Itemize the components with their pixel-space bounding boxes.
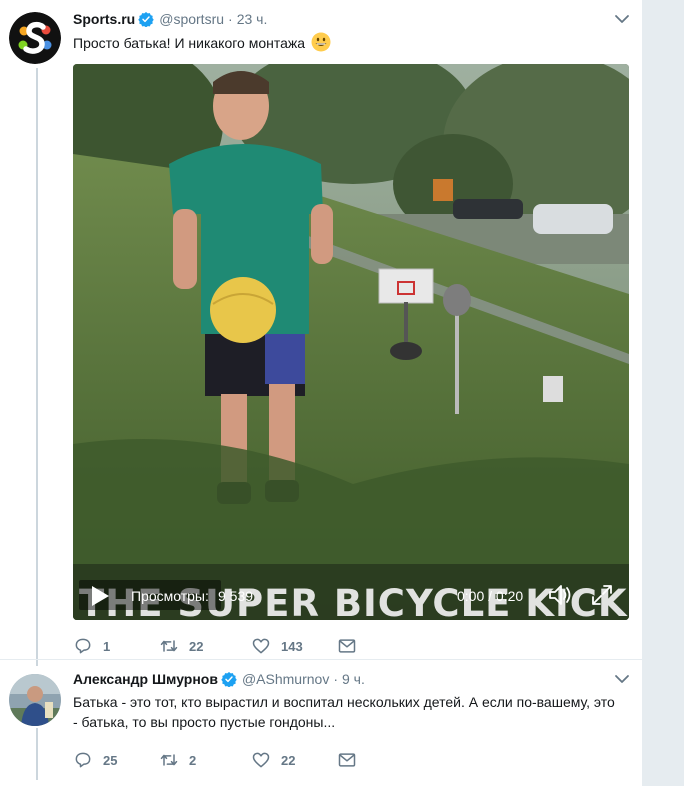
separator-dot: · — [333, 671, 338, 687]
grinning-face-emoji — [311, 32, 331, 52]
tweet-timestamp[interactable]: 23 ч. — [237, 10, 268, 28]
views-label: Просмотры: — [131, 588, 209, 604]
avatar[interactable] — [9, 12, 61, 64]
reply-icon — [75, 638, 91, 654]
like-icon — [252, 638, 270, 654]
author-name[interactable]: Александр Шмурнов — [73, 670, 218, 688]
direct-message-button[interactable] — [337, 636, 357, 656]
like-count: 22 — [281, 752, 296, 768]
retweet-icon — [160, 754, 178, 766]
page-gutter — [642, 0, 684, 786]
direct-message-button[interactable] — [337, 750, 357, 770]
tweet-actions: 1 22 143 — [73, 636, 357, 656]
sports-ru-logo — [9, 12, 61, 64]
like-button[interactable]: 143 — [251, 636, 337, 656]
tweet-header: Sports.ru @sportsru · 23 ч. — [73, 10, 267, 28]
avatar[interactable] — [9, 674, 61, 726]
author-name[interactable]: Sports.ru — [73, 10, 135, 28]
tweet[interactable]: Sports.ru @sportsru · 23 ч. Просто батьк… — [0, 0, 642, 660]
like-count: 143 — [281, 638, 303, 654]
tweet-text: Просто батька! И никакого монтажа — [73, 32, 613, 53]
video-player[interactable]: THE SUPER BICYCLE KICK Просмотры: 9 539 … — [73, 64, 629, 620]
reply-button[interactable]: 1 — [73, 636, 159, 656]
author-handle[interactable]: @sportsru — [159, 10, 224, 28]
like-button[interactable]: 22 — [251, 750, 337, 770]
caret-down-icon[interactable] — [614, 13, 630, 25]
verified-badge-icon — [221, 672, 237, 687]
reply-button[interactable]: 25 — [73, 750, 159, 770]
tweet-header: Александр Шмурнов @AShmurnov · 9 ч. — [73, 670, 365, 688]
direct-message-icon — [338, 753, 356, 767]
tweet[interactable]: Александр Шмурнов @AShmurnov · 9 ч. Бать… — [0, 660, 642, 786]
direct-message-icon — [338, 639, 356, 653]
retweet-count: 22 — [189, 638, 204, 654]
fullscreen-icon[interactable] — [589, 582, 615, 608]
like-icon — [252, 752, 270, 768]
verified-badge-icon — [138, 12, 154, 27]
retweet-button[interactable]: 22 — [159, 636, 251, 656]
tweet-text: Батька - это тот, кто вырастил и воспита… — [73, 694, 615, 730]
reply-icon — [75, 752, 91, 768]
retweet-count: 2 — [189, 752, 197, 768]
views-count: 9 539 — [218, 588, 254, 604]
volume-icon[interactable] — [547, 582, 573, 608]
video-timecode: 0:00 / 0:20 — [457, 588, 524, 604]
user-avatar-photo — [9, 674, 61, 726]
reply-count: 25 — [103, 752, 118, 768]
separator-dot: · — [228, 11, 233, 27]
retweet-icon — [160, 640, 178, 652]
author-handle[interactable]: @AShmurnov — [242, 670, 329, 688]
video-frame — [73, 64, 629, 620]
retweet-button[interactable]: 2 — [159, 750, 251, 770]
tweet-timestamp[interactable]: 9 ч. — [342, 670, 365, 688]
play-icon[interactable] — [89, 584, 111, 608]
caret-down-icon[interactable] — [614, 673, 630, 685]
reply-count: 1 — [103, 638, 111, 654]
tweet-actions: 25 2 22 — [73, 750, 357, 770]
tweet-text-content: Просто батька! И никакого монтажа — [73, 35, 306, 51]
